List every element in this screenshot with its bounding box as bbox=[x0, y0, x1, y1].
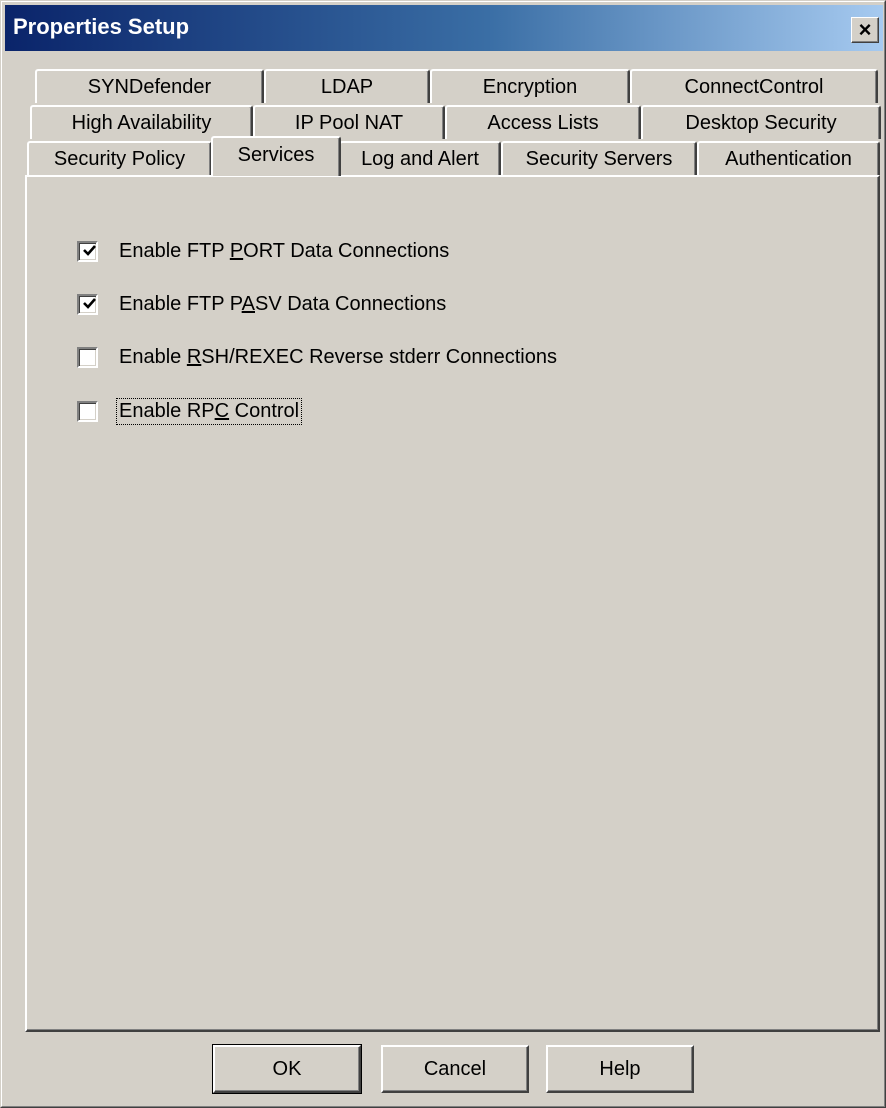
tab-ip-pool-nat[interactable]: IP Pool NAT bbox=[253, 105, 445, 139]
tab-security-policy[interactable]: Security Policy bbox=[27, 141, 212, 175]
rsh-rexec-checkbox[interactable] bbox=[77, 346, 98, 368]
ftp-port-option[interactable]: Enable FTP PORT Data Connections bbox=[77, 236, 451, 266]
ftp-pasv-option[interactable]: Enable FTP PASV Data Connections bbox=[77, 289, 448, 319]
tab-security-servers[interactable]: Security Servers bbox=[501, 141, 697, 175]
title-bar[interactable]: Properties Setup × bbox=[5, 5, 883, 51]
tab-services[interactable]: Services bbox=[211, 136, 341, 176]
checkmark-icon bbox=[83, 244, 96, 256]
ftp-pasv-checkbox[interactable] bbox=[77, 293, 98, 315]
close-icon: × bbox=[858, 17, 872, 42]
tab-encryption[interactable]: Encryption bbox=[430, 69, 630, 103]
dialog-title: Properties Setup bbox=[13, 14, 190, 39]
rpc-control-checkbox[interactable] bbox=[77, 400, 98, 422]
ftp-port-label[interactable]: Enable FTP PORT Data Connections bbox=[117, 239, 451, 264]
tab-connectcontrol[interactable]: ConnectControl bbox=[630, 69, 878, 103]
tab-authentication[interactable]: Authentication bbox=[697, 141, 880, 175]
ftp-pasv-label[interactable]: Enable FTP PASV Data Connections bbox=[117, 292, 448, 317]
rsh-rexec-label[interactable]: Enable RSH/REXEC Reverse stderr Connecti… bbox=[117, 345, 559, 370]
properties-setup-dialog: Properties Setup × SYNDefender LDAP Encr… bbox=[0, 0, 886, 1108]
tab-log-and-alert[interactable]: Log and Alert bbox=[339, 141, 501, 175]
rpc-control-option[interactable]: Enable RPC Control bbox=[77, 396, 303, 426]
cancel-button[interactable]: Cancel bbox=[381, 1045, 529, 1093]
ftp-port-checkbox[interactable] bbox=[77, 240, 98, 262]
tab-high-availability[interactable]: High Availability bbox=[30, 105, 253, 139]
rpc-control-label[interactable]: Enable RPC Control bbox=[115, 397, 303, 425]
ok-button[interactable]: OK bbox=[212, 1044, 362, 1094]
close-button[interactable]: × bbox=[851, 17, 879, 43]
rsh-rexec-option[interactable]: Enable RSH/REXEC Reverse stderr Connecti… bbox=[77, 342, 559, 372]
tab-desktop-security[interactable]: Desktop Security bbox=[641, 105, 881, 139]
checkmark-icon bbox=[83, 297, 96, 309]
tab-ldap[interactable]: LDAP bbox=[264, 69, 430, 103]
help-button[interactable]: Help bbox=[546, 1045, 694, 1093]
tab-syndefender[interactable]: SYNDefender bbox=[35, 69, 264, 103]
tab-access-lists[interactable]: Access Lists bbox=[445, 105, 641, 139]
